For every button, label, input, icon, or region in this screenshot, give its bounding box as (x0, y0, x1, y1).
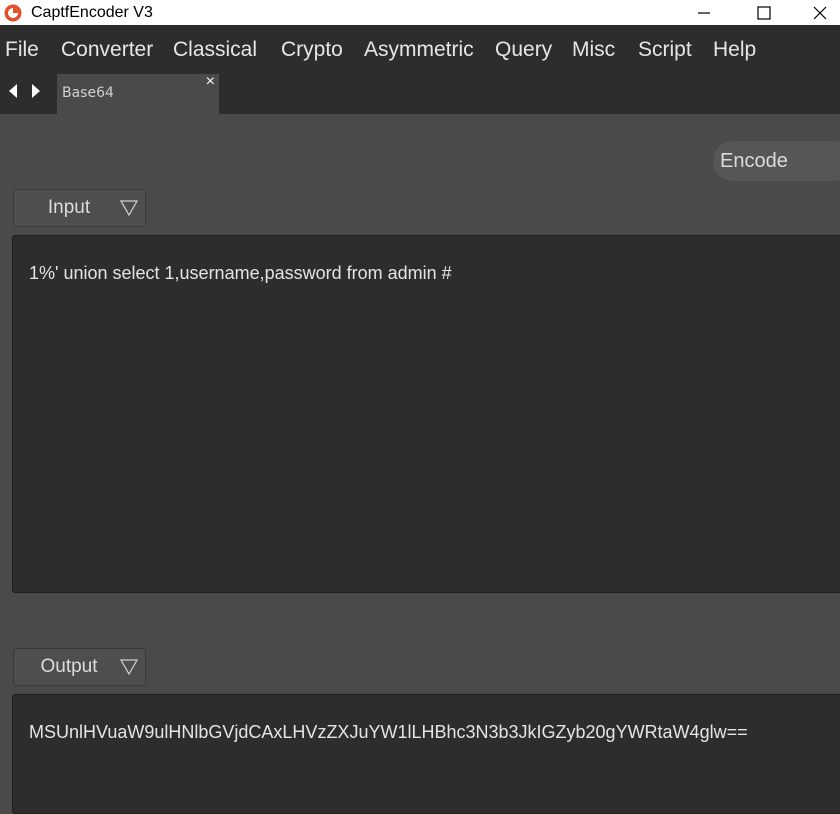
output-text: MSUnlHVuaW9ulHNlbGVjdCAxLHVzZXJuYW1lLHBh… (29, 722, 748, 742)
output-textarea[interactable]: MSUnlHVuaW9ulHNlbGVjdCAxLHVzZXJuYW1lLHBh… (12, 694, 840, 814)
tab-label: Base64 (62, 85, 114, 101)
input-textarea[interactable]: 1%' union select 1,username,password fro… (12, 235, 840, 593)
menu-bar: File Converter Classical Crypto Asymmetr… (0, 25, 840, 74)
output-mode-dropdown[interactable]: Output (13, 648, 146, 686)
arrow-right-icon[interactable] (29, 82, 43, 100)
chevron-down-icon (120, 659, 138, 676)
tab-close-icon[interactable]: × (206, 74, 215, 90)
input-mode-dropdown[interactable]: Input (13, 189, 146, 227)
menu-crypto[interactable]: Crypto (281, 37, 343, 62)
menu-script[interactable]: Script (638, 37, 692, 62)
input-text: 1%' union select 1,username,password fro… (29, 263, 452, 283)
maximize-icon (757, 5, 771, 20)
close-icon (813, 6, 827, 19)
input-mode-label: Input (47, 197, 91, 218)
window-title: CaptfEncoder V3 (31, 4, 153, 21)
tab-base64[interactable]: Base64 × (57, 74, 219, 114)
window-titlebar: CaptfEncoder V3 (0, 0, 840, 25)
menu-asymmetric[interactable]: Asymmetric (364, 37, 474, 62)
menu-file[interactable]: File (5, 37, 39, 62)
encode-button-label: Encode (720, 150, 788, 172)
menu-misc[interactable]: Misc (572, 37, 615, 62)
arrow-left-icon[interactable] (6, 82, 20, 100)
menu-help[interactable]: Help (713, 37, 756, 62)
tab-strip: Base64 × (0, 74, 840, 114)
captfencoder-logo-icon (4, 4, 22, 22)
encode-button[interactable]: Encode (713, 141, 840, 181)
minimize-icon (698, 11, 710, 14)
minimize-button[interactable] (680, 0, 728, 25)
menu-converter[interactable]: Converter (61, 37, 153, 62)
maximize-button[interactable] (740, 0, 788, 25)
menu-classical[interactable]: Classical (173, 37, 257, 62)
menu-query[interactable]: Query (495, 37, 552, 62)
close-window-button[interactable] (796, 0, 840, 25)
chevron-down-icon (120, 200, 138, 217)
output-mode-label: Output (40, 656, 98, 677)
